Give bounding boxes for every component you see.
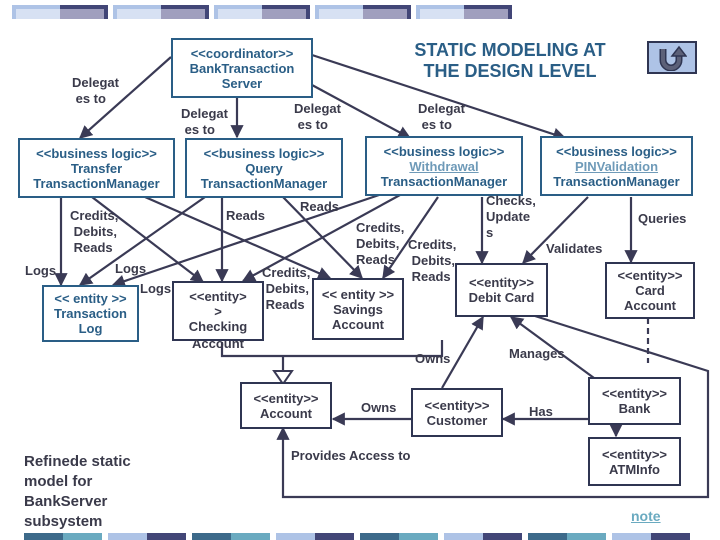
box-name: TransactionManager — [33, 175, 160, 191]
label-provides-access: Provides Access to — [291, 448, 411, 463]
pinvalidation-link[interactable]: PINValidation — [542, 159, 691, 174]
box-name: TransactionManager — [553, 173, 680, 189]
box-pinvalidation-manager[interactable]: <<business logic>> PINValidation Transac… — [540, 136, 693, 196]
stereotype: <<business logic>> — [36, 145, 157, 161]
label-delegates-transfer: Delegat es to — [72, 75, 119, 106]
label-delegates-query: Delegat es to — [181, 106, 228, 137]
box-name: Customer — [426, 412, 488, 428]
withdrawal-link[interactable]: Withdrawal — [367, 159, 521, 174]
stereotype: <<coordinator>> — [190, 45, 294, 61]
label-withdrawal-cdr-checking: Credits, Debits, Reads — [408, 237, 457, 284]
stereotype: << entity >> — [321, 286, 395, 302]
box-name: Account — [260, 405, 312, 421]
stereotype: <<business logic>> — [383, 143, 505, 159]
box-name: Account — [332, 316, 384, 332]
box-transfer-manager[interactable]: <<business logic>> Transfer TransactionM… — [18, 138, 175, 198]
caption-line: BankServer — [24, 493, 108, 510]
stereotype: <<entity>> — [468, 275, 535, 290]
stereotype: <<entity>> — [601, 446, 668, 462]
diagram-caption: Refinede static model for BankServer sub… — [24, 452, 131, 532]
box-name: Card — [635, 283, 665, 298]
label-manages: Manages — [509, 346, 565, 361]
stereotype: <<business logic>> — [203, 145, 325, 161]
box-atminfo[interactable]: <<entity>> ATMInfo — [588, 437, 681, 486]
note-link[interactable]: note — [631, 508, 661, 524]
band-block — [612, 533, 690, 540]
box-query-manager[interactable]: <<business logic>> Query TransactionMana… — [185, 138, 343, 198]
box-checking-account[interactable]: <<entity> > Checking Account — [172, 281, 264, 351]
box-name: Log — [78, 321, 103, 336]
label-query-logs: Logs — [115, 261, 147, 276]
label-withdrawal-logs: Logs — [140, 281, 172, 296]
box-bank[interactable]: <<entity>> Bank — [588, 377, 681, 425]
band-block — [360, 533, 438, 540]
stereotype: <<entity> — [189, 289, 247, 304]
label-withdrawal-cdr-savings: Credits, Debits, Reads — [356, 220, 405, 267]
label-queries: Queries — [638, 211, 687, 226]
label-owns-debitcard: Owns — [415, 351, 451, 366]
label-checks-updates: Checks, Update s — [486, 193, 536, 240]
box-name: Debit Card — [468, 290, 535, 305]
band-block — [528, 533, 606, 540]
box-savings-account[interactable]: << entity >> Savings Account — [312, 278, 404, 340]
box-name: Query — [245, 160, 283, 176]
stereotype: <<entity>> — [601, 386, 668, 401]
band-block — [108, 533, 186, 540]
box-name: ATMInfo — [608, 461, 661, 477]
box-name: Server — [221, 75, 263, 91]
label-has: Has — [529, 404, 553, 419]
stereotype: <<business logic>> — [556, 143, 677, 159]
band-block — [276, 533, 354, 540]
box-name: TransactionManager — [200, 175, 328, 191]
caption-line: subsystem — [24, 513, 103, 530]
box-name: Account — [192, 336, 244, 351]
caption-line: Refinede static — [24, 453, 131, 470]
box-name: Account — [624, 298, 676, 313]
edge-withdrawal-logs — [111, 191, 386, 288]
box-name: Savings — [333, 301, 383, 317]
box-customer[interactable]: <<entity>> Customer — [411, 388, 503, 437]
label-owns-account: Owns — [361, 400, 397, 415]
box-name: BankTransaction — [189, 60, 295, 76]
box-name: TransactionManager — [380, 173, 508, 189]
label-transfer-cdr-savings: Credits, Debits, Reads — [262, 265, 311, 312]
caption-line: model for — [24, 473, 93, 490]
label-query-reads-checking: Reads — [226, 208, 266, 223]
box-transaction-log[interactable]: << entity >> Transaction Log — [42, 285, 139, 342]
box-name: Bank — [618, 401, 651, 416]
box-name: Transaction — [54, 306, 127, 321]
box-name: > — [214, 304, 222, 319]
label-delegates-pin: Delegat es to — [418, 101, 465, 132]
box-name: Transfer — [70, 160, 123, 176]
box-account[interactable]: <<entity>> Account — [240, 382, 332, 429]
band-block — [444, 533, 522, 540]
box-coordinator[interactable]: <<coordinator>> BankTransaction Server — [171, 38, 313, 98]
label-query-reads-savings: Reads — [300, 199, 340, 214]
box-withdrawal-manager[interactable]: <<business logic>> Withdrawal Transactio… — [365, 136, 523, 196]
label-transfer-logs: Logs — [25, 263, 57, 278]
box-card-account[interactable]: <<entity>> Card Account — [605, 262, 695, 319]
stereotype: <<entity>> — [253, 390, 319, 406]
bottom-decorative-band — [24, 533, 690, 540]
label-delegates-withdrawal: Delegat es to — [294, 101, 341, 132]
band-block — [192, 533, 270, 540]
label-transfer-cdr: Credits, Debits, Reads — [70, 208, 119, 255]
box-name: Checking — [188, 319, 248, 334]
box-debit-card[interactable]: <<entity>> Debit Card — [455, 263, 548, 317]
stereotype: <<entity>> — [617, 268, 683, 283]
stereotype: << entity >> — [54, 291, 127, 306]
label-validates: Validates — [546, 241, 603, 256]
band-block — [24, 533, 102, 540]
stereotype: <<entity>> — [424, 397, 490, 413]
